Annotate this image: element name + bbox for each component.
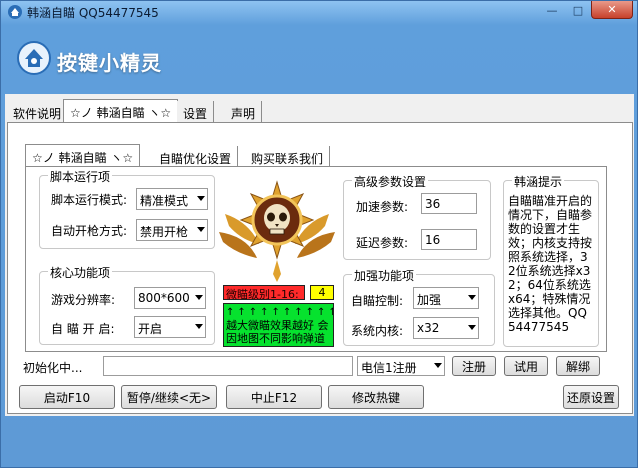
aim-enable-select[interactable]: 开启 [134,316,206,338]
run-mode-select[interactable]: 精准模式 [136,188,208,210]
aim-enable-value: 开启 [138,322,163,336]
app-window: 韩涵自瞄 QQ54477545 — □ ✕ 按键小精灵 软件说明 ☆ノ 韩涵自瞄… [0,0,638,468]
aim-level-input[interactable]: 4 [310,285,334,300]
resolution-value: 800*600 [138,291,190,305]
start-button[interactable]: 启动F10 [19,385,115,409]
group-title: 脚本运行项 [48,168,113,185]
subtab-hanhan-aim[interactable]: ☆ノ 韩涵自瞄 ヽ☆ [25,144,141,167]
tab-statement[interactable]: 声明 [225,101,263,123]
up-arrows-icon: ↑↑↑↑↑↑↑↑↑↑ [226,307,334,318]
register-button[interactable]: 注册 [452,356,496,376]
aim-enable-label: 自 瞄 开 启: [51,322,115,336]
kernel-label: 系统内核: [351,324,404,338]
restore-settings-button[interactable]: 还原设置 [563,385,619,409]
accel-param-input[interactable]: 36 [421,193,477,214]
header-banner: 按键小精灵 [7,25,633,87]
run-mode-value: 精准模式 [140,194,189,208]
chevron-down-icon [195,324,203,329]
edit-hotkey-button[interactable]: 修改热键 [328,385,424,409]
server-select[interactable]: 电信1注册 [357,356,445,376]
group-title: 加强功能项 [352,267,417,284]
delay-param-input[interactable]: 16 [421,229,477,250]
run-mode-label: 脚本运行模式: [51,193,128,207]
aim-level-label: 微瞄级别1-16: [223,285,305,300]
group-title: 核心功能项 [48,264,113,281]
maximize-button[interactable]: □ [565,1,591,19]
warning-text: 越大微瞄效果越好 会因地图不同影响弹道 [226,319,329,345]
aim-control-value: 加强 [417,293,442,307]
auto-fire-label: 自动开枪方式: [51,224,128,238]
subtab-aim-optimize[interactable]: 自瞄优化设置 [153,146,239,168]
house-logo-icon [17,41,51,75]
key-input[interactable] [103,356,353,376]
hint-text: 自瞄瞄准开启的情况下，自瞄参数的设置才生效；内核支持按照系统选择，32位系统选择… [508,194,593,334]
accel-param-label: 加速参数: [356,200,409,214]
chevron-down-icon [195,295,203,300]
resolution-label: 游戏分辨率: [51,293,116,307]
logo-text: 按键小精灵 [57,51,162,75]
tab-software-info[interactable]: 软件说明 [7,101,69,123]
window-title: 韩涵自瞄 QQ54477545 [27,6,159,20]
delay-param-label: 延迟参数: [356,236,409,250]
chevron-down-icon [468,325,476,330]
aim-control-select[interactable]: 加强 [413,287,479,309]
aim-level-warning: ↑↑↑↑↑↑↑↑↑↑ 越大微瞄效果越好 会因地图不同影响弹道 [223,303,334,347]
tab-hanhan-aim[interactable]: ☆ノ 韩涵自瞄 ヽ☆ [63,99,179,123]
kernel-select[interactable]: x32 [413,317,479,339]
resolution-select[interactable]: 800*600 [134,287,206,309]
server-value: 电信1注册 [361,361,417,375]
kernel-value: x32 [417,321,440,335]
unbind-button[interactable]: 解绑 [556,356,600,376]
subtab-purchase-contact[interactable]: 购买联系我们 [245,146,331,168]
group-title: 韩涵提示 [512,173,565,190]
stop-button[interactable]: 中止F12 [226,385,322,409]
auto-fire-value: 禁用开枪 [140,225,189,239]
chevron-down-icon [468,295,476,300]
chevron-down-icon [434,363,442,368]
trial-button[interactable]: 试用 [504,356,548,376]
chevron-down-icon [197,196,205,201]
close-button[interactable]: ✕ [591,1,633,19]
tab-settings[interactable]: 设置 [177,101,215,123]
skull-emblem-icon [219,180,335,282]
minimize-button[interactable]: — [539,1,565,19]
pause-resume-button[interactable]: 暂停/继续<无> [121,385,217,409]
auto-fire-select[interactable]: 禁用开枪 [136,219,208,241]
title-bar: 韩涵自瞄 QQ54477545 — □ ✕ [1,1,638,23]
app-house-icon [7,4,23,20]
group-title: 高级参数设置 [352,173,429,190]
chevron-down-icon [197,227,205,232]
aim-control-label: 自瞄控制: [351,294,404,308]
init-status-label: 初始化中... [23,361,83,375]
